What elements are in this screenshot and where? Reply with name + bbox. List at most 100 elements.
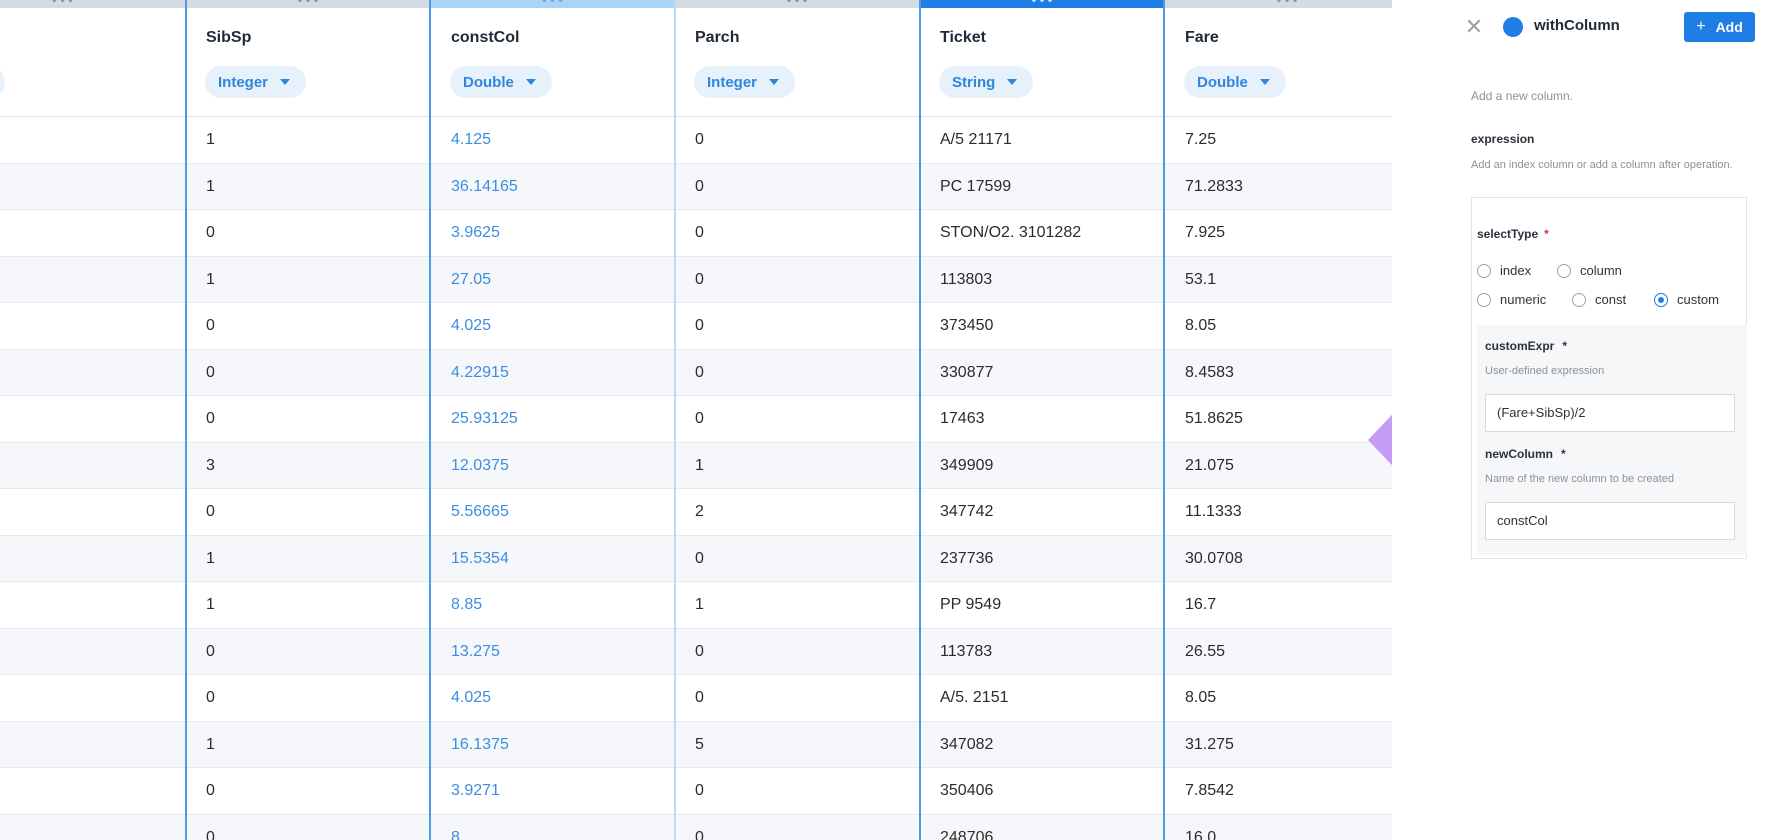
table-cell[interactable]: 7.8542 xyxy=(1165,768,1392,815)
table-cell[interactable]: 347742 xyxy=(920,489,1165,536)
column-header[interactable]: Ticket String xyxy=(920,8,1165,117)
table-cell[interactable]: 0 xyxy=(186,628,431,675)
table-cell[interactable]: 2 xyxy=(675,489,920,536)
column-menu-icon[interactable]: ••• xyxy=(51,0,75,8)
table-cell[interactable]: 0 xyxy=(186,675,431,722)
table-cell[interactable]: 71.2833 xyxy=(1165,163,1392,210)
table-cell[interactable] xyxy=(0,442,186,489)
column-resize-handle[interactable]: ••• xyxy=(186,0,431,8)
table-cell[interactable] xyxy=(0,303,186,350)
radio-numeric[interactable]: numeric xyxy=(1477,292,1546,307)
column-menu-icon[interactable]: ••• xyxy=(1275,0,1299,8)
table-cell[interactable] xyxy=(0,489,186,536)
table-cell[interactable]: 5 xyxy=(675,721,920,768)
table-cell[interactable]: 8.85 xyxy=(431,582,675,629)
table-cell[interactable]: 8.05 xyxy=(1165,675,1392,722)
table-cell[interactable]: 12.0375 xyxy=(431,442,675,489)
radio-index[interactable]: index xyxy=(1477,263,1531,278)
table-cell[interactable] xyxy=(0,396,186,443)
column-header[interactable]: Fare Double xyxy=(1165,8,1392,117)
table-cell[interactable]: 0 xyxy=(675,535,920,582)
table-cell[interactable]: 0 xyxy=(675,396,920,443)
custom-expr-input[interactable]: (Fare+SibSp)/2 xyxy=(1485,394,1735,432)
radio-custom-circle[interactable] xyxy=(1654,292,1668,307)
table-cell[interactable]: 3.9271 xyxy=(431,768,675,815)
close-icon[interactable]: ✕ xyxy=(1464,16,1484,38)
table-cell[interactable]: 0 xyxy=(675,814,920,840)
radio-custom[interactable]: custom xyxy=(1654,292,1719,307)
table-cell[interactable]: 31.275 xyxy=(1165,721,1392,768)
table-cell[interactable]: 53.1 xyxy=(1165,256,1392,303)
table-cell[interactable]: 8.4583 xyxy=(1165,349,1392,396)
table-cell[interactable]: 350406 xyxy=(920,768,1165,815)
column-header[interactable]: constCol Double xyxy=(431,8,675,117)
table-cell[interactable]: 0 xyxy=(186,768,431,815)
table-cell[interactable]: 237736 xyxy=(920,535,1165,582)
table-cell[interactable]: A/5. 2151 xyxy=(920,675,1165,722)
table-cell[interactable]: 1 xyxy=(186,721,431,768)
table-cell[interactable]: 1 xyxy=(186,535,431,582)
table-cell[interactable]: 0 xyxy=(186,210,431,257)
table-cell[interactable]: 21.075 xyxy=(1165,442,1392,489)
table-cell[interactable]: PP 9549 xyxy=(920,582,1165,629)
table-cell[interactable]: 0 xyxy=(186,814,431,840)
table-cell[interactable]: 349909 xyxy=(920,442,1165,489)
table-cell[interactable] xyxy=(0,582,186,629)
column-type-dropdown[interactable]: Double xyxy=(1184,66,1286,98)
table-cell[interactable]: A/5 21171 xyxy=(920,117,1165,164)
table-cell[interactable]: PC 17599 xyxy=(920,163,1165,210)
table-cell[interactable]: 347082 xyxy=(920,721,1165,768)
table-cell[interactable]: 113803 xyxy=(920,256,1165,303)
table-cell[interactable]: 0 xyxy=(675,349,920,396)
table-cell[interactable]: 0 xyxy=(675,256,920,303)
table-cell[interactable] xyxy=(0,768,186,815)
column-resize-handle[interactable]: ••• xyxy=(0,0,186,8)
table-cell[interactable]: STON/O2. 3101282 xyxy=(920,210,1165,257)
table-cell[interactable]: 16.0 xyxy=(1165,814,1392,840)
table-cell[interactable]: 11.1333 xyxy=(1165,489,1392,536)
column-header[interactable]: ble xyxy=(0,8,186,117)
table-cell[interactable] xyxy=(0,675,186,722)
table-cell[interactable]: 0 xyxy=(675,303,920,350)
table-cell[interactable] xyxy=(0,256,186,303)
table-cell[interactable]: 1 xyxy=(186,256,431,303)
add-button[interactable]: + Add xyxy=(1684,12,1755,42)
radio-column[interactable]: column xyxy=(1557,263,1622,278)
column-type-dropdown[interactable]: Double xyxy=(450,66,552,98)
radio-const-circle[interactable] xyxy=(1572,292,1586,307)
table-cell[interactable]: 36.14165 xyxy=(431,163,675,210)
table-cell[interactable]: 3.9625 xyxy=(431,210,675,257)
table-cell[interactable]: 0 xyxy=(675,210,920,257)
table-cell[interactable] xyxy=(0,535,186,582)
table-cell[interactable]: 8 xyxy=(431,814,675,840)
radio-column-circle[interactable] xyxy=(1557,263,1571,278)
table-cell[interactable]: 30.0708 xyxy=(1165,535,1392,582)
radio-index-circle[interactable] xyxy=(1477,263,1491,278)
column-resize-handle[interactable]: ••• xyxy=(1165,0,1392,8)
table-cell[interactable]: 373450 xyxy=(920,303,1165,350)
table-cell[interactable]: 16.1375 xyxy=(431,721,675,768)
table-cell[interactable]: 51.8625 xyxy=(1165,396,1392,443)
table-cell[interactable]: 15.5354 xyxy=(431,535,675,582)
table-cell[interactable]: 1 xyxy=(186,117,431,164)
table-cell[interactable]: 113783 xyxy=(920,628,1165,675)
column-type-dropdown[interactable]: String xyxy=(939,66,1034,98)
table-cell[interactable]: 0 xyxy=(675,675,920,722)
table-cell[interactable]: 0 xyxy=(675,628,920,675)
column-type-dropdown[interactable]: ble xyxy=(0,66,5,98)
table-cell[interactable]: 7.25 xyxy=(1165,117,1392,164)
column-resize-handle[interactable]: ••• xyxy=(675,0,920,8)
column-resize-handle[interactable]: ••• xyxy=(431,0,675,8)
table-cell[interactable]: 8.05 xyxy=(1165,303,1392,350)
table-cell[interactable]: 26.55 xyxy=(1165,628,1392,675)
column-type-dropdown[interactable]: Integer xyxy=(205,66,307,98)
table-cell[interactable]: 1 xyxy=(675,582,920,629)
column-header[interactable]: Parch Integer xyxy=(675,8,920,117)
table-cell[interactable]: 4.025 xyxy=(431,675,675,722)
column-menu-icon[interactable]: ••• xyxy=(1030,0,1054,8)
column-type-dropdown[interactable]: Integer xyxy=(694,66,796,98)
column-resize-handle[interactable]: ••• xyxy=(920,0,1165,8)
table-cell[interactable] xyxy=(0,210,186,257)
table-cell[interactable]: 1 xyxy=(186,582,431,629)
table-cell[interactable]: 17463 xyxy=(920,396,1165,443)
